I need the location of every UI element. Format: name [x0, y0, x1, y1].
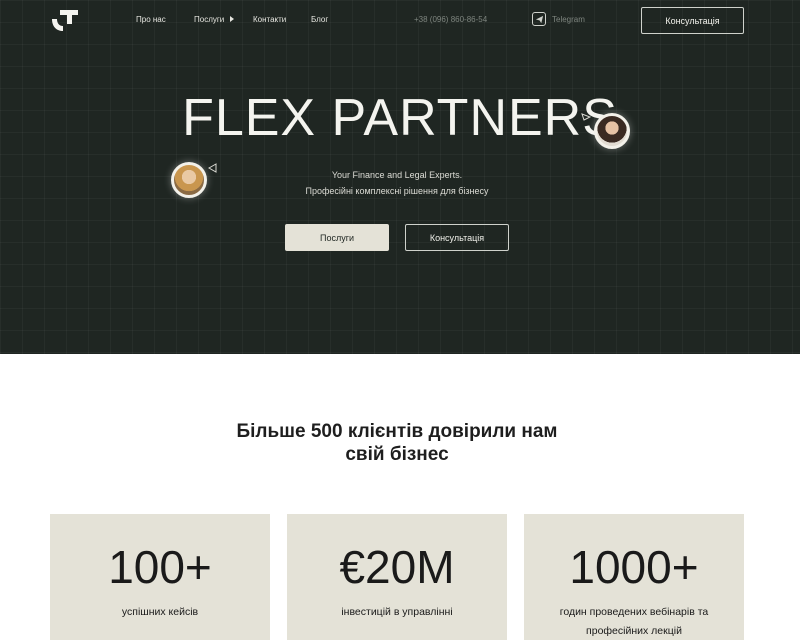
stat-value: €20M	[339, 541, 455, 593]
stat-card: €20M інвестицій в управлінні	[287, 514, 507, 640]
hero-subtitle-line1: Your Finance and Legal Experts.	[331, 170, 463, 180]
stat-card: 1000+ годин проведених вебінарів та проф…	[524, 514, 744, 640]
header-consultation-button[interactable]: Консультація	[641, 7, 744, 34]
nav-services[interactable]: Послуги	[194, 15, 224, 24]
stats-headline-line2: свій бізнес	[345, 444, 449, 465]
hero-subtitle-line2: Професійні комплексні рішення для бізнес…	[305, 186, 489, 196]
stat-label: інвестицій в управлінні	[341, 606, 453, 618]
avatar	[594, 113, 630, 149]
telegram-icon[interactable]	[532, 12, 546, 26]
avatar	[171, 162, 207, 198]
stat-value: 1000+	[569, 541, 699, 593]
hero-section: Про нас Послуги Контакти Блог +38 (096) …	[0, 0, 800, 354]
telegram-link[interactable]: Telegram	[552, 15, 585, 24]
nav-contacts[interactable]: Контакти	[253, 15, 286, 24]
phone-number[interactable]: +38 (096) 860-86-54	[414, 15, 487, 24]
stat-label: успішних кейсів	[121, 606, 199, 618]
nav-about[interactable]: Про нас	[136, 15, 166, 24]
consultation-button[interactable]: Консультація	[405, 224, 509, 251]
stat-value: 100+	[108, 541, 212, 593]
services-button[interactable]: Послуги	[285, 224, 389, 251]
hero-title: FLEX PARTNERS	[182, 89, 618, 147]
cursor-arrow-icon	[581, 113, 591, 121]
stat-label: годин проведених вебінарів та професійни…	[559, 606, 709, 637]
stats-headline-line1: Більше 500 клієнтів довірили нам	[236, 421, 558, 442]
cursor-arrow-icon	[208, 163, 217, 173]
nav-blog[interactable]: Блог	[311, 15, 328, 24]
logo-icon[interactable]	[50, 7, 80, 33]
stat-card: 100+ успішних кейсів	[50, 514, 270, 640]
chevron-right-icon[interactable]	[230, 16, 234, 22]
